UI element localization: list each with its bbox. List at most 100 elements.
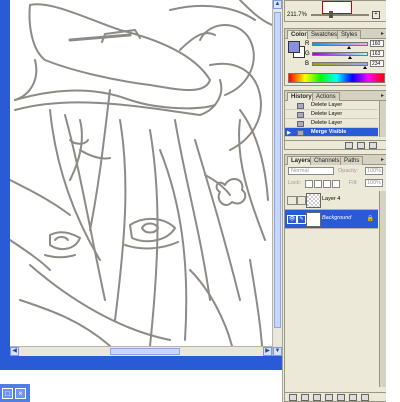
foreground-color-swatch[interactable] [288, 41, 300, 53]
channel-value-field[interactable]: 160 [370, 40, 384, 47]
lock-all-checkbox[interactable] [332, 180, 340, 188]
history-state-icon [297, 103, 304, 109]
history-item-label: Delete Layer [311, 102, 343, 108]
layers-footer [285, 392, 386, 401]
scroll-up-arrow-icon[interactable]: ▲ [273, 0, 282, 9]
horizontal-scroll-thumb[interactable] [110, 348, 180, 355]
channel-value-field[interactable]: 163 [370, 50, 384, 57]
color-channel-r: R 160 [305, 40, 385, 49]
scroll-left-arrow-icon[interactable]: ◀ [10, 347, 19, 356]
lock-transparency-checkbox[interactable] [305, 180, 313, 188]
history-panel-tabs: History Actions ▸ [285, 91, 386, 101]
new-layer-icon[interactable] [349, 394, 357, 401]
history-item[interactable]: Delete Layer [285, 101, 378, 110]
trash-icon[interactable] [361, 394, 369, 401]
history-item-label: Merge Visible [311, 129, 347, 135]
layers-scrollbar[interactable] [379, 191, 386, 387]
eye-icon[interactable]: 👁 [287, 215, 297, 224]
tab-paths[interactable]: Paths [340, 156, 364, 165]
eye-icon[interactable] [287, 196, 297, 205]
new-group-icon[interactable] [325, 394, 333, 401]
vertical-scrollbar[interactable]: ▲ ▼ [272, 0, 282, 356]
channel-value-field[interactable]: 234 [370, 60, 384, 67]
history-item-label: Delete Layer [311, 111, 343, 117]
slider-knob[interactable] [348, 56, 352, 59]
slider-knob[interactable] [363, 66, 367, 69]
scroll-down-arrow-icon[interactable]: ▼ [273, 347, 282, 356]
panel-menu-icon[interactable]: ▸ [381, 30, 384, 37]
line-art-drawing [10, 0, 272, 346]
color-panel: Color Swatches Styles ▸ R 160 G 163 B 23… [284, 28, 387, 86]
navigator-thumbnail[interactable] [322, 1, 352, 14]
zoom-slider-knob[interactable] [329, 11, 333, 18]
close-icon[interactable]: × [15, 388, 26, 399]
history-state-marker-icon: ▶ [287, 130, 291, 136]
history-item[interactable]: Delete Layer [285, 110, 378, 119]
new-document-icon[interactable] [345, 142, 353, 149]
history-state-icon [297, 112, 304, 118]
vertical-scroll-thumb[interactable] [274, 12, 281, 328]
color-panel-tabs: Color Swatches Styles ▸ [285, 29, 386, 39]
history-footer [285, 140, 386, 149]
channel-slider[interactable] [312, 62, 368, 66]
history-state-icon [297, 130, 304, 136]
channel-slider[interactable] [312, 52, 368, 56]
layer-thumbnail [306, 212, 321, 227]
color-spectrum-bar[interactable] [288, 73, 385, 83]
lock-position-checkbox[interactable] [323, 180, 331, 188]
brush-icon[interactable]: ✎ [297, 215, 306, 224]
restore-icon[interactable]: □ [2, 388, 13, 399]
history-scrollbar[interactable] [379, 101, 386, 137]
fill-field[interactable]: 100% [365, 179, 383, 187]
scroll-right-arrow-icon[interactable]: ▶ [263, 347, 272, 356]
tab-channels[interactable]: Channels [310, 156, 344, 165]
channel-slider[interactable] [312, 42, 368, 46]
trash-icon[interactable] [369, 142, 377, 149]
color-channel-g: G 163 [305, 50, 385, 59]
navigator-zoom-value[interactable]: 211.7% [287, 12, 307, 18]
layer-name: Background [322, 215, 352, 221]
lock-image-checkbox[interactable] [314, 180, 322, 188]
history-item-selected[interactable]: ▶ Merge Visible [285, 128, 378, 137]
layers-panel-tabs: Layers Channels Paths ▸ [285, 155, 386, 165]
fill-label: Fill: [349, 180, 358, 186]
adjustment-layer-icon[interactable] [337, 394, 345, 401]
panel-menu-icon[interactable]: ▸ [381, 156, 384, 163]
lock-label: Lock: [288, 180, 302, 186]
history-panel: History Actions ▸ Delete Layer Delete La… [284, 90, 387, 150]
layers-panel: Layers Channels Paths ▸ Normal Opacity: … [284, 154, 387, 402]
horizontal-scrollbar[interactable]: ◀ ▶ [10, 346, 272, 356]
opacity-label: Opacity: [338, 168, 359, 174]
color-channel-b: B 234 [305, 60, 385, 69]
layer-thumbnail [306, 193, 321, 208]
channel-label: G [305, 51, 310, 57]
channel-label: R [305, 41, 310, 47]
zoom-in-icon[interactable]: + [372, 11, 380, 19]
history-item-label: Delete Layer [311, 120, 343, 126]
slider-knob[interactable] [347, 46, 351, 49]
history-item[interactable]: Delete Layer [285, 119, 378, 128]
tab-swatches[interactable]: Swatches [307, 30, 342, 39]
navigator-zoom-slider[interactable] [311, 11, 369, 18]
channel-label: B [305, 61, 310, 67]
canvas[interactable] [10, 0, 272, 346]
minimized-window-bar: □ × [0, 384, 30, 402]
brush-icon[interactable] [297, 196, 306, 205]
new-snapshot-icon[interactable] [357, 142, 365, 149]
layer-row-selected[interactable]: 👁 ✎ Background 🔒 [285, 210, 378, 229]
opacity-field[interactable]: 100% [365, 167, 383, 175]
desktop-background [386, 0, 400, 402]
tab-styles[interactable]: Styles [337, 30, 362, 39]
layer-style-icon[interactable] [301, 394, 309, 401]
layer-mask-icon[interactable] [313, 394, 321, 401]
blend-mode-select[interactable]: Normal [288, 167, 334, 175]
layer-name: Layer 4 [322, 196, 341, 202]
tab-actions[interactable]: Actions [312, 92, 340, 101]
navigator-panel: 211.7% + [284, 0, 387, 22]
link-layers-icon[interactable] [289, 394, 297, 401]
history-state-icon [297, 121, 304, 127]
layer-row[interactable]: Layer 4 [285, 191, 378, 210]
document-window: ▲ ▼ ◀ ▶ [0, 0, 282, 370]
panel-menu-icon[interactable]: ▸ [381, 92, 384, 99]
lock-icon: 🔒 [366, 216, 374, 222]
